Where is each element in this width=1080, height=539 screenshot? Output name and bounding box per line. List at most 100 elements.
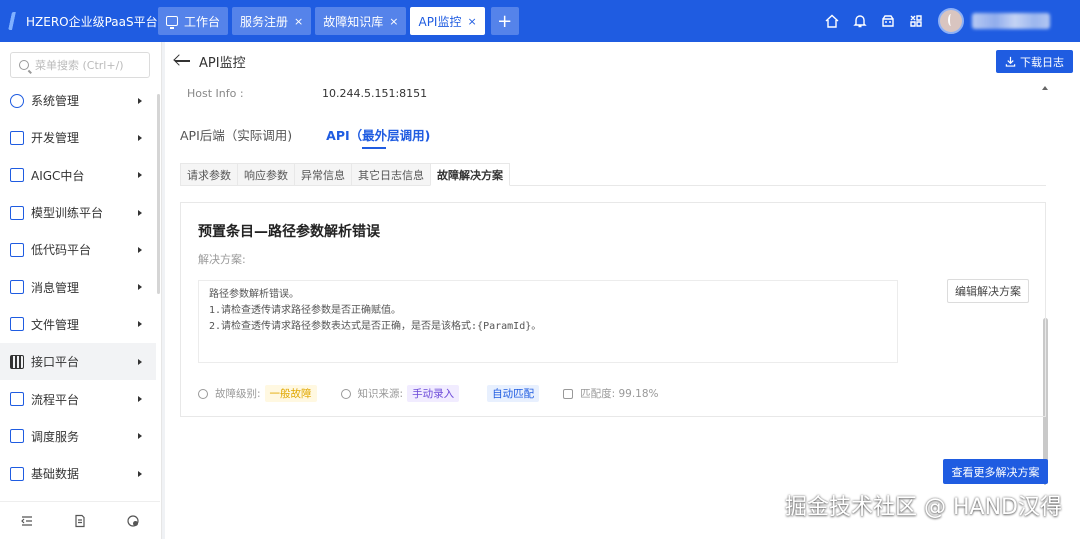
caret-right-icon [138,172,142,179]
level-icon [198,388,208,399]
menu-search[interactable] [10,52,150,78]
scroll-up-icon[interactable] [1042,86,1048,90]
close-icon[interactable]: × [389,15,398,28]
tab-workbench[interactable]: 工作台 [158,7,229,35]
caret-right-icon [138,470,142,477]
schedule-icon [10,429,24,444]
cube-icon[interactable] [880,13,896,29]
sidebar-item-message[interactable]: 消息管理 [0,268,156,305]
monitor-icon [166,16,178,29]
top-bar: HZERO企业级PaaS平台 工作台 服务注册 × 故障知识库 × API监控 … [0,0,1080,42]
file-icon [10,317,24,332]
tab-exception-info[interactable]: 异常信息 [294,163,351,186]
back-arrow-icon[interactable] [173,55,191,67]
page-title: API监控 [199,55,246,71]
tab-fault-solution[interactable]: 故障解决方案 [430,163,510,186]
tab-label: 服务注册 [240,14,289,29]
aigc-icon [10,168,24,183]
top-right-tools [818,0,1080,42]
tab-request-params[interactable]: 请求参数 [180,163,237,186]
sidebar-item-label: 开发管理 [31,131,80,146]
sidebar-item-schedule[interactable]: 调度服务 [0,418,156,455]
source-icon [340,388,351,399]
search-icon [19,60,29,70]
sidebar-item-label: 基础数据 [31,467,80,482]
bell-icon[interactable] [852,13,868,29]
source-badge: 手动录入 [407,385,460,402]
detail-tabs: 请求参数 响应参数 异常信息 其它日志信息 故障解决方案 [180,163,1046,186]
system-icon [10,93,24,108]
tab-bar: 工作台 服务注册 × 故障知识库 × API监控 × + [158,0,519,42]
sidebar: 系统管理 开发管理 AIGC中台 模型训练平台 低代码平台 消息管理 [0,42,162,539]
caret-right-icon [138,433,142,440]
sidebar-footer [0,501,160,539]
grid-icon[interactable] [908,13,924,29]
sidebar-item-file[interactable]: 文件管理 [0,306,156,343]
caret-right-icon [138,246,142,253]
sidebar-item-flow[interactable]: 流程平台 [0,380,156,417]
add-tab-button[interactable]: + [490,7,519,35]
sidebar-item-label: 文件管理 [31,317,80,332]
sidebar-item-label: 低代码平台 [31,243,92,258]
sidebar-item-label: AIGC中台 [31,168,85,183]
app-title: HZERO企业级PaaS平台 [26,14,158,29]
sidebar-item-label: 模型训练平台 [31,206,104,221]
sidebar-item-basedata[interactable]: 基础数据 [0,455,156,492]
more-solutions-button[interactable]: 查看更多解决方案 [943,459,1048,484]
data-icon [10,466,24,481]
collapse-icon[interactable] [20,514,34,528]
host-info-label: Host Info : [187,87,244,100]
page-header: API监控 下载日志 [165,42,1080,80]
sidebar-item-interface[interactable]: 接口平台 [0,343,156,381]
tab-fault-kb[interactable]: 故障知识库 × [315,7,407,35]
close-icon[interactable]: × [294,15,303,28]
sidebar-item-label: 系统管理 [31,94,80,109]
edit-solution-button[interactable]: 编辑解决方案 [947,279,1029,303]
source-label: 知识来源: [357,388,404,400]
api-tabs: API后端（实际调用) API（最外层调用) [180,125,464,153]
close-icon[interactable]: × [467,15,476,28]
download-log-button[interactable]: 下载日志 [996,50,1073,73]
document-icon[interactable] [73,514,87,528]
sidebar-item-label: 接口平台 [31,355,80,370]
tab-label: 工作台 [184,14,221,29]
caret-right-icon [138,358,142,365]
sidebar-item-system[interactable]: 系统管理 [0,82,156,119]
avatar[interactable] [938,8,964,34]
download-icon [1005,56,1016,67]
solution-title: 预置条目—路径参数解析错误 [198,224,380,240]
tab-api-monitor[interactable]: API监控 × [410,7,485,35]
tab-label: 故障知识库 [323,14,384,29]
user-name-blurred[interactable] [972,13,1050,29]
model-icon [10,205,24,220]
sidebar-item-dev[interactable]: 开发管理 [0,119,156,156]
sidebar-item-aigc[interactable]: AIGC中台 [0,157,156,194]
caret-right-icon [138,321,142,328]
sidebar-item-label: 消息管理 [31,280,80,295]
sidebar-item-label: 流程平台 [31,392,80,407]
level-badge: 一般故障 [264,385,317,402]
solution-card: 预置条目—路径参数解析错误 解决方案: 路径参数解析错误。 1.请检查透传请求路… [180,202,1046,417]
tab-api-backend[interactable]: API后端（实际调用) [180,125,292,153]
main-content: API监控 下载日志 Host Info : 10.244.5.151:8151… [165,42,1080,539]
sidebar-item-lowcode[interactable]: 低代码平台 [0,231,156,268]
home-icon[interactable] [824,13,840,29]
auto-match-badge: 自动匹配 [487,385,540,402]
tab-response-params[interactable]: 响应参数 [237,163,294,186]
tab-api-outer[interactable]: API（最外层调用) [326,125,430,153]
settings-icon[interactable] [126,514,140,528]
tab-other-logs[interactable]: 其它日志信息 [351,163,430,186]
tab-service-registry[interactable]: 服务注册 × [232,7,312,35]
host-info-value: 10.244.5.151:8151 [322,87,428,100]
dev-icon [10,130,24,145]
match-degree: 匹配度: 99.18% [580,388,659,400]
search-input[interactable] [35,58,145,72]
tab-label: API监控 [418,14,462,29]
caret-right-icon [138,396,142,403]
sidebar-item-model-training[interactable]: 模型训练平台 [0,194,156,231]
sidebar-scrollbar[interactable] [157,94,160,294]
sidebar-item-label: 调度服务 [31,429,80,444]
caret-right-icon [138,284,142,291]
app-logo[interactable]: HZERO企业级PaaS平台 [0,0,158,42]
solution-meta: 故障级别: 一般故障 知识来源: 手动录入 自动匹配 匹配度: 99.18% [198,385,659,402]
